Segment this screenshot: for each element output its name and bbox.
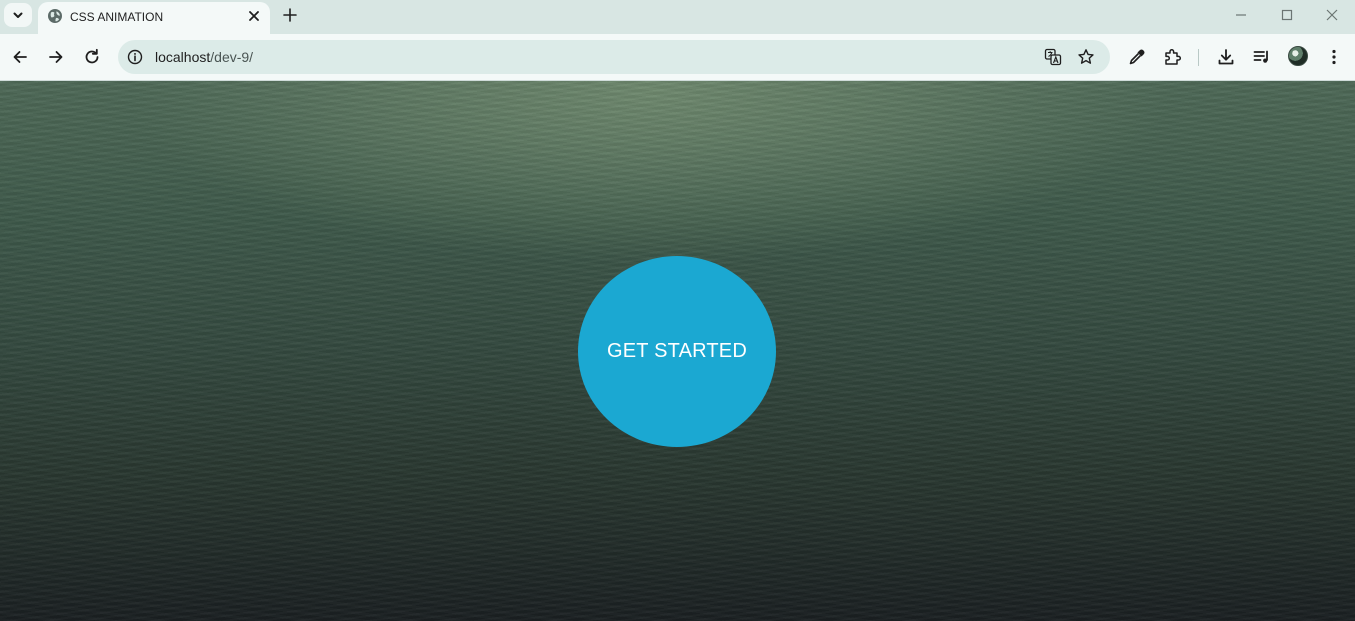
close-icon[interactable]	[246, 8, 262, 24]
globe-icon	[48, 9, 62, 23]
url-text: localhost/dev-9/	[155, 49, 253, 65]
minimize-icon[interactable]	[1232, 6, 1250, 24]
address-bar[interactable]: localhost/dev-9/	[118, 40, 1110, 74]
puzzle-icon[interactable]	[1163, 47, 1183, 67]
window-close-icon[interactable]	[1323, 6, 1341, 24]
kebab-menu-icon[interactable]	[1324, 47, 1344, 67]
info-icon[interactable]	[127, 49, 143, 65]
translate-icon[interactable]	[1044, 48, 1062, 66]
avatar[interactable]	[1288, 46, 1308, 66]
url-path: /dev-9/	[210, 49, 254, 65]
eyedropper-icon[interactable]	[1127, 47, 1147, 67]
download-icon[interactable]	[1216, 47, 1236, 67]
tab-list-button[interactable]	[4, 3, 32, 27]
maximize-icon[interactable]	[1278, 6, 1296, 24]
playlist-icon[interactable]	[1252, 47, 1272, 67]
tab-active[interactable]: CSS ANIMATION	[38, 2, 270, 34]
forward-arrow-icon[interactable]	[46, 47, 66, 67]
back-arrow-icon[interactable]	[10, 47, 30, 67]
reload-icon[interactable]	[82, 47, 102, 67]
chevron-down-icon	[13, 12, 23, 18]
page-viewport: GET STARTED	[0, 81, 1355, 621]
url-host: localhost	[155, 49, 211, 65]
browser-toolbar: localhost/dev-9/	[0, 34, 1355, 81]
tab-title: CSS ANIMATION	[70, 10, 164, 24]
star-icon[interactable]	[1077, 48, 1095, 66]
toolbar-divider	[1198, 49, 1199, 66]
get-started-button[interactable]: GET STARTED	[578, 256, 776, 447]
tab-strip: CSS ANIMATION	[0, 0, 1355, 34]
plus-icon[interactable]	[280, 5, 300, 25]
